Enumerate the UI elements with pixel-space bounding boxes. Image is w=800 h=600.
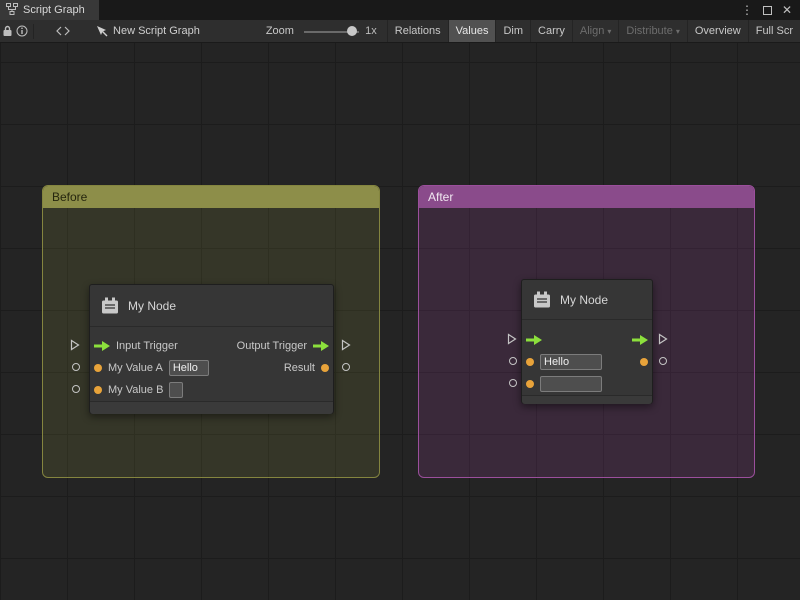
external-value-port-icon[interactable] [509,357,517,365]
my-value-b-input[interactable] [169,382,183,398]
external-value-port-icon[interactable] [659,357,667,365]
value-output-port-icon[interactable] [321,364,329,372]
group-after[interactable]: After My Node [418,185,755,478]
port-label: My Value A [108,362,163,374]
align-label: Align [580,25,604,37]
node-rows [522,320,652,395]
graph-canvas[interactable]: Before My Node [0,43,800,600]
external-value-port-icon[interactable] [342,363,350,371]
group-after-title: After [428,190,453,204]
node-my-node-after[interactable]: My Node [521,279,653,404]
external-control-port-icon[interactable] [658,333,668,345]
graph-title-icon [96,25,108,37]
kebab-menu-icon[interactable]: ⋮ [741,3,753,17]
port-row: Input Trigger Output Trigger [90,335,333,357]
port-row [522,329,652,351]
values-label: Values [456,25,489,37]
script-graph-icon [6,3,18,18]
dim-button[interactable]: Dim [495,20,530,43]
tab-bar: Script Graph ⋮ ✕ [0,0,800,20]
maximize-icon[interactable] [763,6,772,15]
code-icon[interactable] [56,20,70,43]
control-output-port-icon[interactable] [632,335,648,345]
toolbar-separator [33,24,34,39]
distribute-label: Distribute [626,25,672,37]
port-label: My Value B [108,384,163,396]
port-row [522,373,652,395]
carry-button[interactable]: Carry [530,20,572,43]
tab-title: Script Graph [23,4,85,16]
fullscreen-button[interactable]: Full Scr [748,20,800,43]
fullscreen-label: Full Scr [756,25,793,37]
node-footer [90,401,333,414]
node-title: My Node [560,293,608,307]
zoom-slider[interactable] [304,20,359,43]
group-before-title: Before [52,190,87,204]
control-input-port-icon[interactable] [526,335,542,345]
zoom-value: 1x [365,25,377,37]
node-icon [532,291,552,309]
overview-button[interactable]: Overview [687,20,748,43]
node-my-node-before[interactable]: My Node Input Trigger Output Trigger [89,284,334,414]
graph-toolbar: New Script Graph Zoom 1x Relations Value… [0,20,800,43]
port-label: Input Trigger [116,340,178,352]
carry-label: Carry [538,25,565,37]
node-header[interactable]: My Node [522,280,652,320]
external-control-port-icon[interactable] [507,333,517,345]
external-control-port-icon[interactable] [70,339,80,351]
tab-script-graph[interactable]: Script Graph [0,0,99,20]
my-value-a-input[interactable] [540,354,602,370]
my-value-b-input[interactable] [540,376,602,392]
relations-button[interactable]: Relations [387,20,448,43]
value-input-port-icon[interactable] [526,380,534,388]
distribute-button[interactable]: Distribute ▾ [618,20,686,43]
zoom-slider-knob[interactable] [347,26,357,36]
toolbar-buttons: Relations Values Dim Carry Align ▾ Distr… [387,20,800,43]
relations-label: Relations [395,25,441,37]
group-after-header[interactable]: After [419,186,754,208]
external-value-port-icon[interactable] [509,379,517,387]
value-output-port-icon[interactable] [640,358,648,366]
close-icon[interactable]: ✕ [782,3,792,17]
node-header[interactable]: My Node [90,285,333,327]
port-label: Output Trigger [237,340,307,352]
overview-label: Overview [695,25,741,37]
external-control-port-icon[interactable] [341,339,351,351]
port-row: My Value A Result [90,357,333,379]
external-value-port-icon[interactable] [72,385,80,393]
value-input-port-icon[interactable] [94,364,102,372]
align-button[interactable]: Align ▾ [572,20,618,43]
node-title: My Node [128,299,176,313]
script-graph-window: Script Graph ⋮ ✕ [0,0,800,600]
control-input-port-icon[interactable] [94,341,110,351]
node-rows: Input Trigger Output Trigger My Valu [90,327,333,401]
info-icon[interactable] [14,20,28,43]
my-value-a-input[interactable] [169,360,209,376]
group-before[interactable]: Before My Node [42,185,380,478]
external-value-port-icon[interactable] [72,363,80,371]
graph-title-label: New Script Graph [113,25,200,37]
window-controls: ⋮ ✕ [741,0,800,20]
chevron-down-icon: ▾ [676,27,680,36]
zoom-label: Zoom [266,25,294,37]
dim-label: Dim [503,25,523,37]
port-row [522,351,652,373]
port-label: Result [284,362,315,374]
lock-icon[interactable] [0,20,14,43]
values-button[interactable]: Values [448,20,496,43]
port-row: My Value B [90,379,333,401]
value-input-port-icon[interactable] [94,386,102,394]
node-footer [522,395,652,404]
graph-title-button[interactable]: New Script Graph [96,25,200,37]
node-icon [100,297,120,315]
group-before-header[interactable]: Before [43,186,379,208]
control-output-port-icon[interactable] [313,341,329,351]
chevron-down-icon: ▾ [607,27,611,36]
value-input-port-icon[interactable] [526,358,534,366]
